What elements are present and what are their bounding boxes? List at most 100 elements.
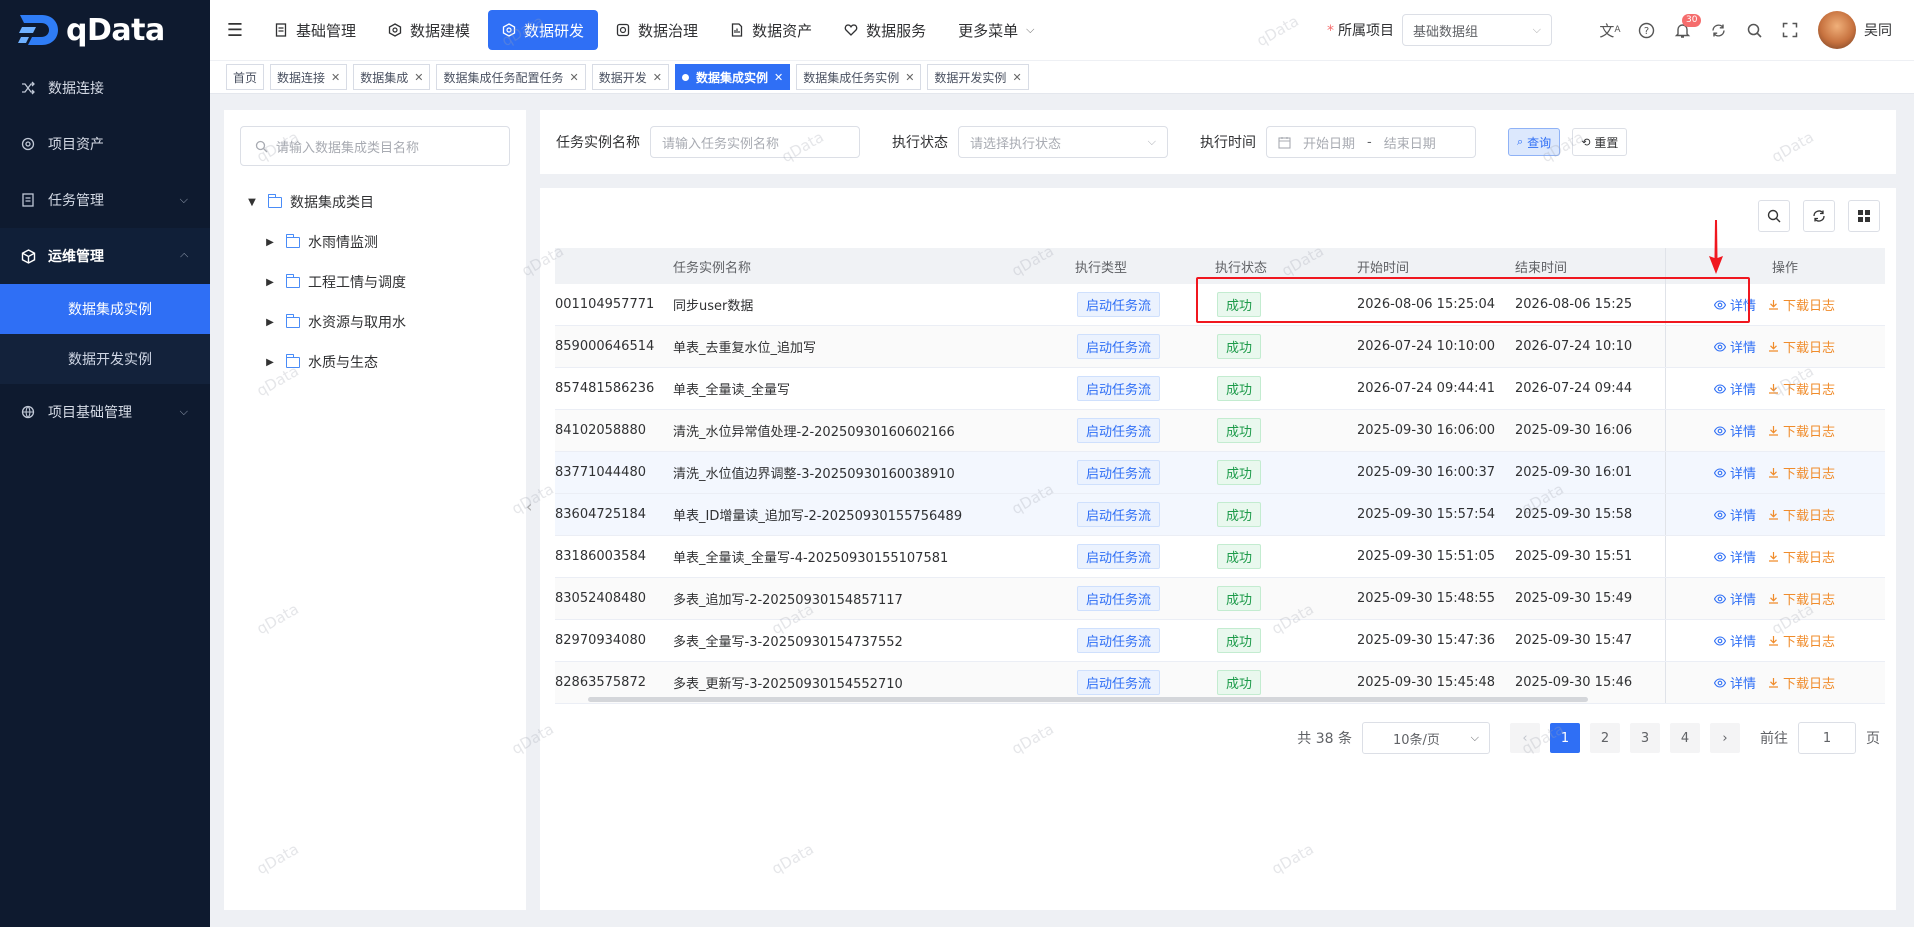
table-row[interactable]: 82970934080 多表_全量写-3-20250930154737552 启动任… xyxy=(555,620,1885,662)
detail-link[interactable]: 详情 xyxy=(1714,463,1756,482)
topnav-data-services[interactable]: 数据服务 xyxy=(830,10,940,50)
help-icon[interactable]: ? xyxy=(1628,12,1664,48)
project-select[interactable]: 基础数据组 ⌵ xyxy=(1402,14,1552,46)
tab-data-integration[interactable]: 数据集成 ✕ xyxy=(353,64,431,90)
download-log-link[interactable]: 下载日志 xyxy=(1768,547,1835,566)
fullscreen-icon[interactable] xyxy=(1772,12,1808,48)
status-badge: 成功 xyxy=(1217,544,1262,569)
sidebar-subitem-dev-instance[interactable]: 数据开发实例 xyxy=(0,334,210,384)
goto-page-input[interactable]: 1 xyxy=(1798,722,1856,754)
download-log-link[interactable]: 下载日志 xyxy=(1768,589,1835,608)
tab-data-connection[interactable]: 数据连接 ✕ xyxy=(270,64,348,90)
sidebar-item-project-base[interactable]: 项目基础管理 ⌵ xyxy=(0,384,210,440)
download-log-link[interactable]: 下载日志 xyxy=(1768,673,1835,692)
table-search-button[interactable] xyxy=(1758,200,1790,232)
next-page-button[interactable]: › xyxy=(1710,723,1740,753)
caret-down-icon[interactable]: ▼ xyxy=(244,197,260,208)
tab-integration-task-config[interactable]: 数据集成任务配置任务 ✕ xyxy=(436,64,586,90)
translate-icon[interactable]: 文A xyxy=(1592,12,1628,48)
page-button-4[interactable]: 4 xyxy=(1670,723,1700,753)
download-log-link[interactable]: 下载日志 xyxy=(1768,421,1835,440)
topnav-data-development[interactable]: 数据研发 xyxy=(488,10,599,50)
download-log-link[interactable]: 下载日志 xyxy=(1768,379,1835,398)
horizontal-scrollbar[interactable] xyxy=(588,697,1588,702)
logo[interactable]: qData xyxy=(0,0,210,60)
tab-home[interactable]: 首页 xyxy=(226,64,265,90)
page-size-select[interactable]: 10条/页 ⌵ xyxy=(1362,722,1490,754)
page-button-2[interactable]: 2 xyxy=(1590,723,1620,753)
tree-node[interactable]: ▶ 水雨情监测 xyxy=(244,222,406,262)
close-icon[interactable]: ✕ xyxy=(653,71,662,84)
tree-node[interactable]: ▶ 水质与生态 xyxy=(244,342,406,382)
topnav-more-menu[interactable]: 更多菜单 ⌵ xyxy=(944,10,1048,50)
sidebar-item-data-connection[interactable]: 数据连接 xyxy=(0,60,210,116)
detail-link[interactable]: 详情 xyxy=(1714,631,1756,650)
tab-integration-task-instance[interactable]: 数据集成任务实例 ✕ xyxy=(796,64,922,90)
detail-link[interactable]: 详情 xyxy=(1714,505,1756,524)
table-columns-button[interactable] xyxy=(1848,200,1880,232)
tree-search-input[interactable]: 请输入数据集成类目名称 xyxy=(240,126,510,166)
detail-link[interactable]: 详情 xyxy=(1714,547,1756,566)
page-button-1[interactable]: 1 xyxy=(1550,723,1580,753)
caret-right-icon[interactable]: ▶ xyxy=(262,237,278,248)
page-button-3[interactable]: 3 xyxy=(1630,723,1660,753)
download-log-link[interactable]: 下载日志 xyxy=(1768,505,1835,524)
prev-page-button[interactable]: ‹ xyxy=(1510,723,1540,753)
detail-link[interactable]: 详情 xyxy=(1714,673,1756,692)
table-row[interactable]: 83771044480 清洗_水位值边界调整-3-2025093016003891… xyxy=(555,452,1885,494)
tab-dev-instance[interactable]: 数据开发实例 ✕ xyxy=(927,64,1029,90)
task-instance-name-input[interactable]: 请输入任务实例名称 xyxy=(650,126,860,158)
download-log-link[interactable]: 下载日志 xyxy=(1768,631,1835,650)
detail-link[interactable]: 详情 xyxy=(1714,421,1756,440)
table-row[interactable]: 84102058880 清洗_水位异常值处理-2-2025093016060216… xyxy=(555,410,1885,452)
collapse-panel-icon[interactable]: ‹ xyxy=(526,497,532,516)
tab-data-development[interactable]: 数据开发 ✕ xyxy=(591,64,669,90)
close-icon[interactable]: ✕ xyxy=(1012,71,1021,84)
tree-node[interactable]: ▶ 水资源与取用水 xyxy=(244,302,406,342)
sidebar-subitem-integration-instance[interactable]: 数据集成实例 xyxy=(0,284,210,334)
bell-icon[interactable]: 30 xyxy=(1664,12,1702,48)
refresh-icon[interactable] xyxy=(1700,12,1736,48)
caret-right-icon[interactable]: ▶ xyxy=(262,317,278,328)
sidebar-item-project-assets[interactable]: 项目资产 xyxy=(0,116,210,172)
menu-fold-icon[interactable]: ☰ xyxy=(210,20,260,41)
execution-time-range[interactable]: 开始日期 - 结束日期 xyxy=(1266,126,1476,158)
sidebar-item-ops-management[interactable]: 运维管理 ⌵ xyxy=(0,228,210,284)
topnav-basic-management[interactable]: 基础管理 xyxy=(260,10,370,50)
tree-node[interactable]: ▶ 工程工情与调度 xyxy=(244,262,406,302)
topnav-data-assets[interactable]: 数据资产 xyxy=(716,10,826,50)
close-icon[interactable]: ✕ xyxy=(774,71,783,84)
close-icon[interactable]: ✕ xyxy=(905,71,914,84)
search-icon[interactable] xyxy=(1736,12,1772,48)
sidebar-item-task-management[interactable]: 任务管理 ⌵ xyxy=(0,172,210,228)
username[interactable]: 吴同 xyxy=(1864,20,1892,40)
table-row[interactable]: 857481586236 单表_全量读_全量写 启动任务流 成功 2026-07-24 … xyxy=(555,368,1885,410)
tree-node-root[interactable]: ▼ 数据集成类目 xyxy=(244,182,406,222)
cell-id: 859000646514 xyxy=(555,339,655,354)
close-icon[interactable]: ✕ xyxy=(414,71,423,84)
close-icon[interactable]: ✕ xyxy=(331,71,340,84)
download-log-link[interactable]: 下载日志 xyxy=(1768,463,1835,482)
detail-link[interactable]: 详情 xyxy=(1714,379,1756,398)
reset-button[interactable]: ⟲ 重置 xyxy=(1572,128,1628,156)
detail-link[interactable]: 详情 xyxy=(1714,337,1756,356)
table-row[interactable]: 83186003584 单表_全量读_全量写-4-2025093015510758… xyxy=(555,536,1885,578)
table-row[interactable]: 83052408480 多表_追加写-2-20250930154857117 启动任… xyxy=(555,578,1885,620)
table-refresh-button[interactable] xyxy=(1803,200,1835,232)
caret-right-icon[interactable]: ▶ xyxy=(262,277,278,288)
download-log-link[interactable]: 下载日志 xyxy=(1768,295,1835,314)
avatar[interactable] xyxy=(1818,11,1856,49)
download-log-link[interactable]: 下载日志 xyxy=(1768,337,1835,356)
close-icon[interactable]: ✕ xyxy=(570,71,579,84)
detail-link[interactable]: 详情 xyxy=(1714,295,1756,314)
table-row[interactable]: 83604725184 单表_ID增量读_追加写-2-20250930155756… xyxy=(555,494,1885,536)
topnav-data-modeling[interactable]: 数据建模 xyxy=(374,10,484,50)
query-button[interactable]: ⌕ 查询 xyxy=(1508,128,1561,156)
caret-right-icon[interactable]: ▶ xyxy=(262,357,278,368)
table-row[interactable]: 001104957771 同步user数据 启动任务流 成功 2026-08-06 15… xyxy=(555,284,1885,326)
topnav-data-governance[interactable]: 数据治理 xyxy=(602,10,712,50)
tab-integration-instance[interactable]: 数据集成实例 ✕ xyxy=(674,64,791,90)
table-row[interactable]: 859000646514 单表_去重复水位_追加写 启动任务流 成功 2026-07-2… xyxy=(555,326,1885,368)
execution-status-select[interactable]: 请选择执行状态 ⌵ xyxy=(958,126,1168,158)
detail-link[interactable]: 详情 xyxy=(1714,589,1756,608)
